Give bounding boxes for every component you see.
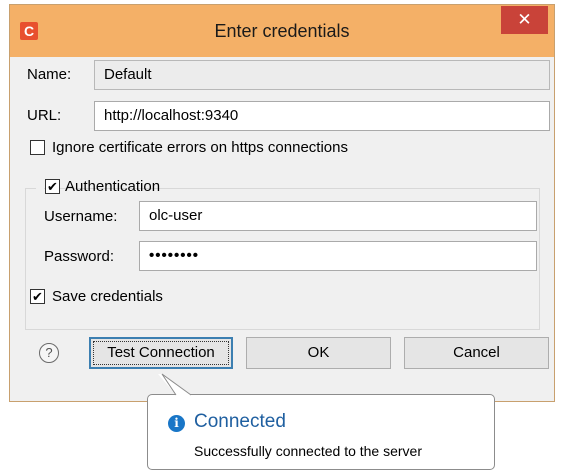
ok-button[interactable]: OK [246, 337, 391, 369]
tooltip-message: Successfully connected to the server [194, 443, 423, 459]
ignore-cert-label[interactable]: Ignore certificate errors on https conne… [52, 139, 348, 156]
url-input[interactable]: http://localhost:9340 [94, 101, 550, 131]
tooltip-title: Connected [194, 411, 286, 432]
test-connection-button[interactable]: Test Connection [89, 337, 233, 369]
title-bar[interactable]: C Enter credentials ✕ [10, 5, 554, 57]
authentication-legend[interactable]: ✔ Authentication [36, 178, 160, 198]
password-input[interactable]: •••••••• [139, 241, 537, 271]
ignore-cert-checkbox[interactable] [30, 140, 45, 155]
password-label: Password: [44, 248, 115, 265]
authentication-checkbox[interactable]: ✔ [45, 179, 60, 194]
connection-tooltip: i Connected Successfully connected to th… [147, 394, 495, 470]
help-icon[interactable]: ? [39, 343, 59, 363]
name-label: Name: [27, 66, 72, 83]
save-credentials-checkbox[interactable]: ✔ [30, 289, 45, 304]
save-credentials-label[interactable]: Save credentials [52, 288, 163, 305]
name-field: Default [94, 60, 550, 90]
username-label: Username: [44, 208, 118, 225]
username-input[interactable]: olc-user [139, 201, 537, 231]
close-button[interactable]: ✕ [501, 6, 548, 34]
info-icon: i [168, 415, 185, 432]
url-label: URL: [27, 107, 62, 124]
dialog-title: Enter credentials [214, 21, 350, 41]
focus-ring [93, 341, 229, 365]
authentication-label[interactable]: Authentication [65, 178, 160, 195]
tooltip-pointer [158, 373, 192, 396]
cancel-button[interactable]: Cancel [404, 337, 549, 369]
